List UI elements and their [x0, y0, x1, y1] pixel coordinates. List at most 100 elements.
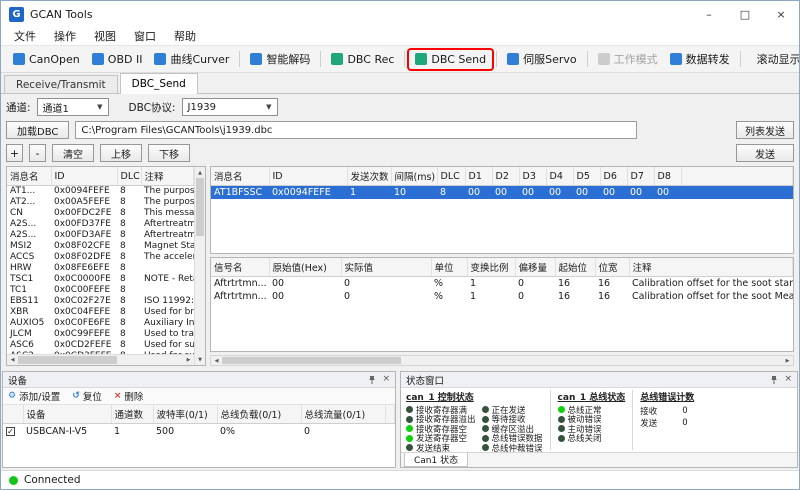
reset-button[interactable]: ↺复位 — [72, 389, 102, 403]
column-header[interactable]: 间隔(ms) — [391, 167, 437, 186]
column-header[interactable]: 位宽 — [595, 258, 629, 277]
message-row[interactable]: JLCM0x0C99FEFE8Used to transfer — [7, 329, 194, 340]
message-row[interactable]: A2S...0x00FD3AFE8Aftertreatment 2 — [7, 230, 194, 241]
message-row[interactable]: XBR0x0C04FEFE8Used for brake c — [7, 307, 194, 318]
column-header[interactable]: 变换比例 — [467, 258, 515, 277]
column-header[interactable]: 注释 — [629, 258, 793, 277]
load-dbc-button[interactable]: 加载DBC — [6, 121, 69, 139]
add-row-button[interactable]: + — [6, 144, 23, 162]
menu-item[interactable]: 操作 — [45, 28, 85, 44]
channel-select[interactable]: 通道1 ▼ — [37, 98, 109, 116]
column-header[interactable]: 信号名 — [211, 258, 269, 277]
scrollbar-thumb[interactable] — [196, 178, 204, 236]
dbc-send-button[interactable]: DBC Send — [409, 50, 492, 69]
delete-button[interactable]: ×删除 — [114, 389, 144, 403]
dbc-rec-button[interactable]: DBC Rec — [325, 50, 400, 69]
scroll-up-icon[interactable]: ▲ — [195, 167, 205, 178]
column-header[interactable]: 总线流量(0/1) — [301, 405, 385, 424]
menu-item[interactable]: 文件 — [5, 28, 45, 44]
message-row[interactable]: HRW0x08FE6EFE8 — [7, 263, 194, 274]
column-header[interactable]: 实际值 — [341, 258, 431, 277]
scroll-left-icon[interactable]: ◀ — [211, 356, 222, 365]
move-up-button[interactable]: 上移 — [100, 144, 142, 162]
message-row[interactable]: A2S...0x00FD37FE8Aftertreatment 2 — [7, 219, 194, 230]
message-row[interactable]: ACCS0x08F02DFE8The acceleration — [7, 252, 194, 263]
curve-button[interactable]: 曲线Curver — [148, 48, 235, 70]
message-row[interactable]: EBS110x0C02F27E8ISO 11992: Towin — [7, 296, 194, 307]
column-header[interactable]: 消息名 — [211, 167, 269, 186]
column-header[interactable]: 起始位 — [555, 258, 595, 277]
message-row[interactable]: AUXIO50x0C0FE6FE8Auxiliary Input — [7, 318, 194, 329]
column-header[interactable]: D5 — [573, 167, 600, 186]
scrollbar-thumb[interactable] — [18, 356, 117, 364]
scroll-left-icon[interactable]: ◀ — [7, 355, 18, 365]
column-header[interactable]: D4 — [546, 167, 573, 186]
canopen-button[interactable]: CanOpen — [7, 50, 86, 69]
message-row[interactable]: ASC60x0CD2FEFE8Used for suspens — [7, 340, 194, 351]
send-message-row[interactable]: AT1BFSSC0x0094FEFE11080000000000000000 — [211, 186, 793, 199]
column-header[interactable]: D1 — [465, 167, 492, 186]
column-header[interactable]: ID — [269, 167, 347, 186]
minimize-button[interactable]: – — [691, 1, 727, 27]
close-icon[interactable]: × — [382, 375, 390, 384]
message-row[interactable]: CN0x00FDC2FE8This message is — [7, 208, 194, 219]
message-row[interactable]: AT2...0x00A5FEFE8The purpose of t — [7, 197, 194, 208]
device-row[interactable]: ✓USBCAN-I-V515000%0 — [3, 424, 395, 439]
column-header[interactable]: 消息名 — [7, 167, 51, 186]
menu-item[interactable]: 帮助 — [165, 28, 205, 44]
column-header[interactable]: DLC — [437, 167, 465, 186]
servo-button[interactable]: 伺服Servo — [501, 48, 583, 70]
column-header[interactable]: 偏移量 — [515, 258, 555, 277]
message-row[interactable]: AT1...0x0094FEFE8The purpose of t — [7, 186, 194, 197]
message-row[interactable]: TC10x0C00FEFE8 — [7, 285, 194, 296]
add-settings-button[interactable]: ⚙添加/设置 — [8, 389, 60, 403]
column-header[interactable]: ID — [51, 167, 117, 186]
column-header[interactable]: 单位 — [431, 258, 467, 277]
column-header[interactable]: DLC — [117, 167, 141, 186]
pin-icon[interactable] — [368, 375, 376, 384]
protocol-select[interactable]: J1939 ▼ — [182, 98, 278, 116]
menu-item[interactable]: 窗口 — [125, 28, 165, 44]
signal-row[interactable]: Aftrtrtmn...000%101616Calibration offset… — [211, 290, 793, 303]
close-button[interactable]: × — [763, 1, 799, 27]
column-header[interactable]: 通道数 — [111, 405, 153, 424]
column-header[interactable]: 设备 — [23, 405, 111, 424]
signals-horizontal-scrollbar[interactable]: ◀ ▶ — [210, 355, 794, 366]
column-header[interactable]: 注释 — [141, 167, 194, 186]
scrollbar-thumb[interactable] — [222, 357, 401, 364]
column-header[interactable]: 发送次数 — [347, 167, 391, 186]
scroll-right-icon[interactable]: ▶ — [183, 355, 194, 365]
menu-item[interactable]: 视图 — [85, 28, 125, 44]
column-header[interactable]: D6 — [600, 167, 627, 186]
column-header[interactable]: D3 — [519, 167, 546, 186]
message-row[interactable]: MSI20x08F02CFE8Magnet Status In — [7, 241, 194, 252]
maximize-button[interactable]: □ — [727, 1, 763, 27]
column-header[interactable]: D7 — [627, 167, 654, 186]
device-checkbox[interactable]: ✓ — [6, 427, 15, 436]
clear-button[interactable]: 清空 — [52, 144, 94, 162]
move-down-button[interactable]: 下移 — [148, 144, 190, 162]
tab-receive-transmit[interactable]: Receive/Transmit — [4, 75, 118, 94]
signal-row[interactable]: Aftrtrtmn...000%101616Calibration offset… — [211, 277, 793, 290]
data-forward-button[interactable]: 数据转发 — [664, 48, 736, 70]
message-row[interactable]: TSC10x0C0000FE8NOTE - Retarder — [7, 274, 194, 285]
list-send-button[interactable]: 列表发送 — [736, 121, 794, 139]
scroll-down-icon[interactable]: ▼ — [195, 354, 205, 365]
message-list-horizontal-scrollbar[interactable]: ◀ ▶ — [7, 354, 194, 365]
tab-can1-status[interactable]: Can1 状态 — [404, 453, 468, 467]
column-header[interactable]: 总线负载(0/1) — [217, 405, 301, 424]
send-button[interactable]: 发送 — [736, 144, 794, 162]
message-list-vertical-scrollbar[interactable]: ▲ ▼ — [194, 167, 205, 365]
tab-dbc-send[interactable]: DBC_Send — [120, 73, 198, 94]
work-mode-button[interactable]: 工作模式 — [592, 48, 664, 70]
close-icon[interactable]: × — [784, 375, 792, 384]
remove-row-button[interactable]: - — [29, 144, 46, 162]
column-header[interactable]: 原始值(Hex) — [269, 258, 341, 277]
scroll-right-icon[interactable]: ▶ — [782, 356, 793, 365]
pin-icon[interactable] — [770, 375, 778, 384]
column-header[interactable]: D8 — [654, 167, 681, 186]
column-header[interactable]: D2 — [492, 167, 519, 186]
column-header[interactable] — [3, 405, 23, 424]
obd2-button[interactable]: OBD II — [86, 50, 149, 69]
smart-decode-button[interactable]: 智能解码 — [244, 48, 316, 70]
